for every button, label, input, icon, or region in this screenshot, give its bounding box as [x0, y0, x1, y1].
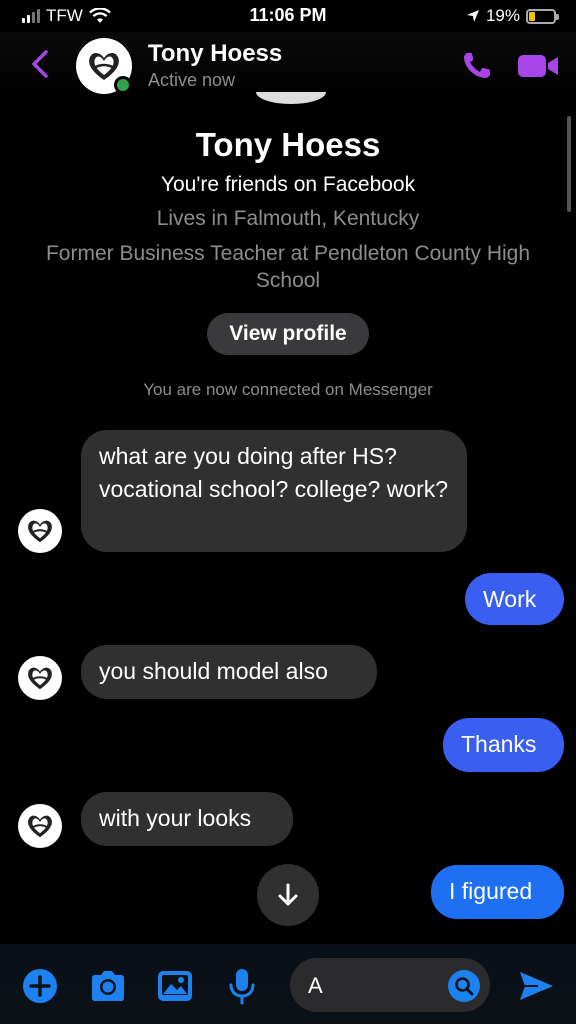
back-chevron-icon[interactable] — [26, 48, 54, 80]
scrollbar[interactable] — [567, 116, 571, 212]
arrow-down-icon — [278, 883, 298, 906]
sender-avatar[interactable] — [18, 804, 62, 848]
location-icon — [466, 10, 479, 22]
heart-logo-icon — [28, 667, 52, 690]
heart-logo-icon — [28, 520, 52, 543]
heart-logo-icon — [28, 815, 52, 838]
scroll-to-bottom-button[interactable] — [257, 864, 319, 926]
status-right: 19% — [466, 6, 559, 26]
message-bubble-received[interactable]: with your looks — [81, 792, 293, 846]
status-bar: TFW 11:06 PM 19% — [0, 0, 576, 32]
profile-avatar-partial — [256, 92, 326, 104]
profile-work: Former Business Teacher at Pendleton Cou… — [45, 242, 531, 292]
profile-name: Tony Hoess — [195, 126, 381, 163]
header-contact-name[interactable]: Tony Hoess — [148, 40, 282, 68]
friends-status: You're friends on Facebook — [160, 173, 416, 196]
image-icon[interactable] — [155, 966, 195, 1006]
message-input-value: A — [308, 973, 323, 998]
message-bubble-received[interactable]: you should model also — [81, 645, 377, 699]
message-composer: A — [0, 944, 576, 1024]
message-bubble-sent[interactable]: Thanks — [443, 718, 564, 772]
sender-avatar[interactable] — [18, 509, 62, 553]
message-bubble-received[interactable]: what are you doing after HS? vocational … — [81, 430, 467, 552]
phone-icon[interactable] — [460, 50, 496, 82]
emoji-button[interactable] — [448, 970, 480, 1002]
emoji-icon — [455, 977, 474, 996]
message-bubble-sent[interactable]: Work — [465, 573, 564, 625]
battery-percent: 19% — [485, 6, 520, 25]
connected-notice: You are now connected on Messenger — [143, 380, 433, 399]
conversation-header: Tony Hoess Active now — [0, 32, 576, 100]
online-indicator — [114, 76, 132, 94]
message-bubble-sent[interactable]: I figured — [431, 865, 564, 919]
battery-icon — [526, 8, 559, 24]
header-active-status: Active now — [148, 70, 236, 90]
plus-icon[interactable] — [20, 966, 60, 1006]
sender-avatar[interactable] — [18, 656, 62, 700]
camera-icon[interactable] — [88, 966, 128, 1006]
message-input[interactable]: A — [290, 958, 490, 1012]
view-profile-button[interactable]: View profile — [207, 313, 369, 355]
profile-location: Lives in Falmouth, Kentucky — [156, 207, 420, 230]
send-icon[interactable] — [516, 966, 556, 1006]
video-camera-icon[interactable] — [516, 52, 560, 80]
microphone-icon[interactable] — [222, 966, 262, 1006]
